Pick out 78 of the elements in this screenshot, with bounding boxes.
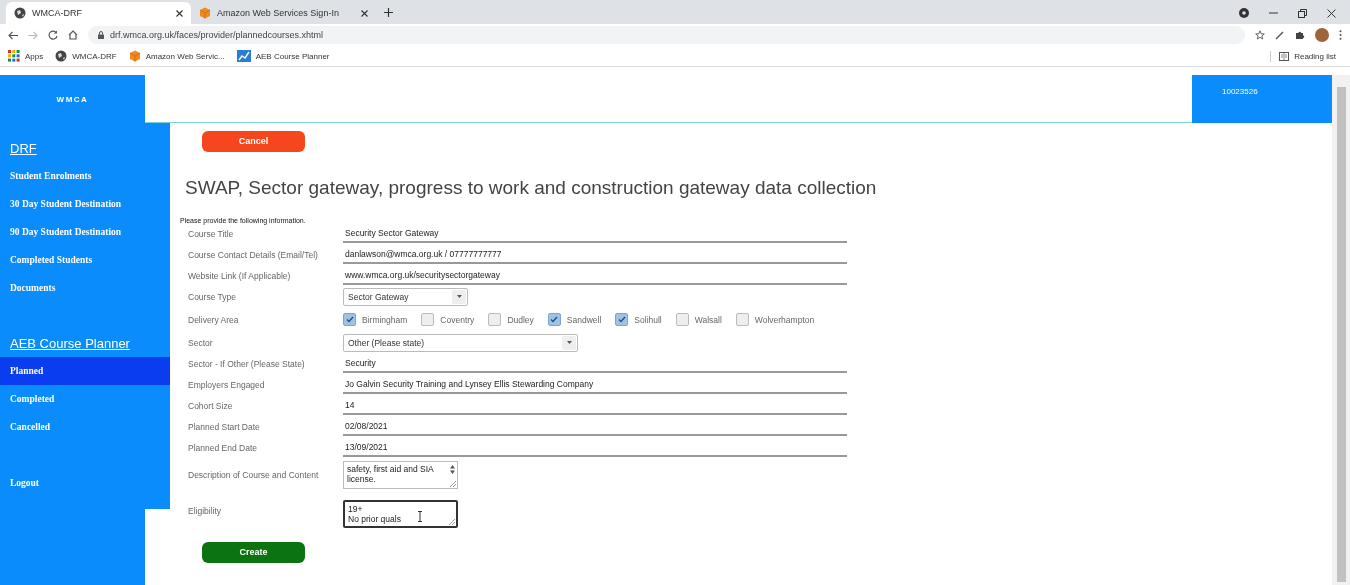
checkbox[interactable]: Dudley xyxy=(488,313,534,326)
field-label: Delivery Area xyxy=(188,313,240,327)
record-icon[interactable] xyxy=(1239,8,1249,18)
address-bar[interactable]: drf.wmca.org.uk/faces/provider/plannedcourses.xhtml xyxy=(88,26,1245,44)
back-icon[interactable] xyxy=(8,30,18,40)
provider-id: 10023526 xyxy=(1192,75,1332,123)
scroll-arrows-icon xyxy=(450,464,455,474)
cube-icon xyxy=(128,50,141,62)
text-field[interactable]: Security xyxy=(343,354,847,373)
home-icon[interactable] xyxy=(68,30,78,40)
browser-tab[interactable]: Amazon Web Services Sign-In xyxy=(191,2,376,24)
text-field[interactable]: 13/09/2021 xyxy=(343,438,847,457)
field-label: Course Type xyxy=(188,290,238,304)
checkbox[interactable]: Birmingham xyxy=(343,313,408,326)
dropdown[interactable]: Other (Please state) xyxy=(343,333,578,352)
field-label: Description of Course and Content xyxy=(188,468,320,482)
cancel-button[interactable]: Cancel xyxy=(202,130,305,152)
bookmark[interactable]: WMCA-DRF xyxy=(55,50,117,62)
cube-icon xyxy=(199,7,211,19)
check-icon xyxy=(550,316,559,323)
restore-icon[interactable] xyxy=(1298,8,1307,18)
dropdown[interactable]: Sector Gateway xyxy=(343,287,468,306)
create-button[interactable]: Create xyxy=(202,541,305,563)
close-icon[interactable] xyxy=(176,9,183,17)
checkbox[interactable]: Coventry xyxy=(421,313,475,326)
checkbox[interactable]: Walsall xyxy=(675,313,722,326)
text-area[interactable]: 19+ No prior quals xyxy=(343,499,458,528)
sidebar-item[interactable]: Planned xyxy=(0,357,170,385)
field-label: Sector xyxy=(188,336,214,350)
check-icon xyxy=(345,316,354,323)
chart-icon xyxy=(236,50,251,62)
text-field[interactable]: 02/08/2021 xyxy=(343,417,847,436)
lock-icon xyxy=(98,31,104,39)
field-label: Course Title xyxy=(188,227,235,241)
caret-icon xyxy=(566,341,572,344)
new-tab-icon[interactable] xyxy=(384,8,393,17)
page-title: SWAP, Sector gateway, progress to work and construction gateway data collection xyxy=(185,176,878,199)
field-label: Website Link (If Applicable) xyxy=(188,269,292,283)
apps-grid-icon xyxy=(8,50,20,62)
reading-list-button[interactable]: Reading list xyxy=(1270,50,1342,62)
field-label: Employers Engaged xyxy=(188,378,266,392)
field-label: Planned End Date xyxy=(188,441,258,455)
list-icon xyxy=(1279,51,1290,61)
bookmark[interactable]: Amazon Web Servic... xyxy=(128,50,225,62)
pen-icon[interactable] xyxy=(1275,30,1285,40)
bookmark[interactable]: AEB Course Planner xyxy=(236,50,330,62)
check-icon xyxy=(617,316,626,323)
caret-icon xyxy=(456,295,462,298)
logo: WMCA xyxy=(0,75,145,123)
close-icon[interactable] xyxy=(1327,8,1336,18)
text-field[interactable]: Jo Galvin Security Training and Lynsey Ellis Stewarding Company xyxy=(343,375,847,394)
checkbox[interactable]: Sandwell xyxy=(547,313,602,326)
resize-grip-icon xyxy=(449,518,455,525)
checkbox[interactable]: Wolverhampton xyxy=(735,313,815,326)
browser-tab[interactable]: WMCA-DRF xyxy=(6,2,191,24)
field-label: Eligibility xyxy=(188,504,223,518)
text-cursor-icon xyxy=(417,510,423,522)
scrollbar[interactable] xyxy=(1332,75,1350,585)
menu-icon[interactable] xyxy=(1339,30,1342,40)
puzzle-icon[interactable] xyxy=(1295,30,1305,40)
bookmark[interactable]: Apps xyxy=(8,50,44,62)
text-field[interactable]: danlawson@wmca.org.uk / 07777777777 xyxy=(343,245,847,264)
resize-grip-icon xyxy=(450,480,456,487)
close-icon[interactable] xyxy=(361,9,368,17)
reload-icon[interactable] xyxy=(48,30,58,40)
text-field[interactable]: www.wmca.org.uk/securitysectorgateway xyxy=(343,266,847,285)
text-area[interactable]: safety, first aid and SIA license. xyxy=(343,460,458,489)
avatar-icon[interactable] xyxy=(1315,28,1329,42)
field-label: Course Contact Details (Email/Tel) xyxy=(188,248,319,262)
text-field[interactable]: Security Sector Gateway xyxy=(343,224,847,243)
globe-icon xyxy=(55,50,68,62)
star-icon[interactable] xyxy=(1255,30,1265,40)
checkbox[interactable]: Solihull xyxy=(615,313,662,326)
field-label: Cohort Size xyxy=(188,399,234,413)
field-label: Sector - If Other (Please State) xyxy=(188,357,306,371)
field-label: Planned Start Date xyxy=(188,420,261,434)
text-field[interactable]: 14 xyxy=(343,396,847,415)
globe-icon xyxy=(14,7,26,19)
